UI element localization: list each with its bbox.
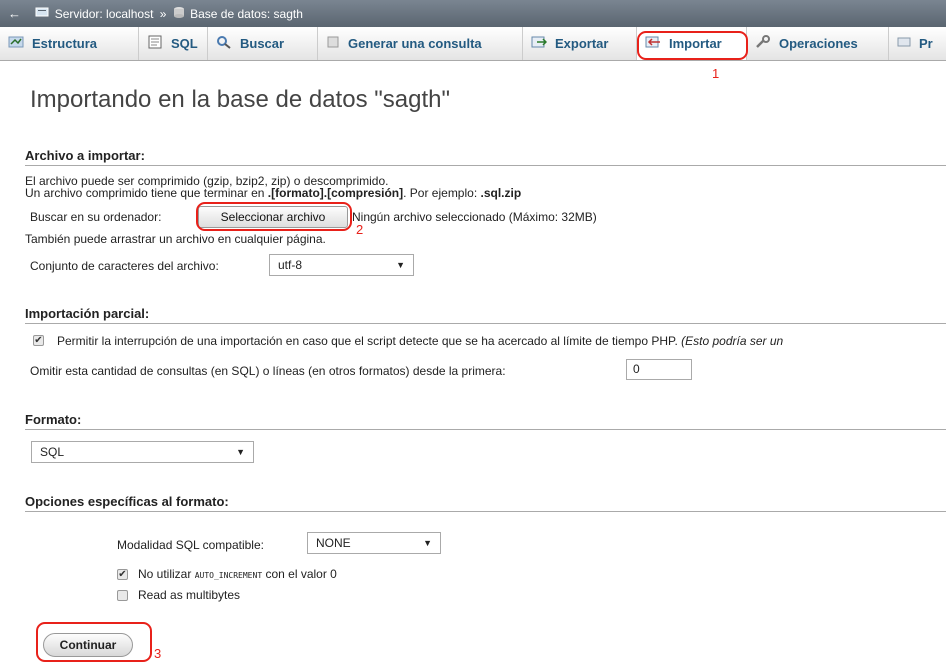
- search-icon: [216, 28, 232, 60]
- browse-label: Buscar en su ordenador:: [30, 210, 162, 224]
- format-value: SQL: [40, 445, 65, 459]
- privileges-icon: [897, 28, 911, 60]
- no-autoinc-suffix: con el valor 0: [265, 567, 337, 581]
- compression-format: .[formato].[compresión]: [267, 186, 404, 200]
- no-file-selected: Ningún archivo seleccionado (Máximo: 32M…: [352, 210, 597, 224]
- tab-label: Buscar: [240, 36, 285, 51]
- callout-continue-button: [36, 622, 152, 662]
- skip-label: Omitir esta cantidad de consultas (en SQ…: [30, 364, 506, 378]
- tab-label: SQL: [171, 36, 198, 51]
- charset-select[interactable]: utf-8 ▼: [269, 254, 414, 276]
- database-icon: [173, 1, 185, 28]
- auto-increment-code: AUTO_INCREMENT: [194, 571, 263, 580]
- interrupt-label: Permitir la interrupción de una importac…: [57, 334, 783, 348]
- interrupt-checkbox[interactable]: ✔: [33, 335, 44, 346]
- compat-value: NONE: [316, 536, 351, 550]
- multibyte-label: Read as multibytes: [138, 588, 241, 602]
- tab-export[interactable]: Exportar: [523, 27, 637, 60]
- server-icon: [35, 1, 49, 28]
- callout-import-tab: [637, 31, 748, 60]
- charset-label: Conjunto de caracteres del archivo:: [30, 259, 219, 273]
- compression-info-line2: Un archivo comprimido tiene que terminar…: [25, 186, 521, 200]
- tab-bar: Estructura SQL Buscar Generar una consul…: [0, 27, 946, 61]
- charset-value: utf-8: [278, 258, 303, 272]
- format-select[interactable]: SQL ▼: [31, 441, 254, 463]
- compression-info-prefix: Un archivo comprimido tiene que terminar…: [25, 186, 268, 200]
- chevron-down-icon: ▼: [236, 447, 245, 457]
- tab-label: Generar una consulta: [348, 36, 482, 51]
- tab-label: Estructura: [32, 36, 98, 51]
- wrench-icon: [755, 28, 771, 60]
- breadcrumb-server[interactable]: Servidor: localhost: [55, 7, 154, 21]
- callout-file-button: [196, 202, 352, 231]
- tab-structure[interactable]: Estructura: [0, 27, 139, 60]
- callout-number-2: 2: [356, 222, 364, 237]
- back-arrow-icon[interactable]: ←: [8, 0, 32, 27]
- callout-number-1: 1: [712, 66, 720, 81]
- interrupt-note: (Esto podría ser un: [681, 334, 784, 348]
- compression-info-mid: . Por ejemplo:: [403, 186, 481, 200]
- no-autoincrement-checkbox[interactable]: ✔: [117, 569, 128, 580]
- sql-icon: [147, 28, 163, 60]
- tab-privileges[interactable]: Pr: [889, 27, 946, 60]
- tab-label: Pr: [919, 36, 933, 51]
- interrupt-text: Permitir la interrupción de una importac…: [57, 334, 678, 348]
- section-title-options: Opciones específicas al formato:: [25, 494, 946, 512]
- no-autoincrement-label: No utilizar AUTO_INCREMENT con el valor …: [138, 567, 337, 581]
- export-icon: [531, 28, 548, 60]
- tab-label: Exportar: [555, 36, 609, 51]
- skip-queries-input[interactable]: 0: [626, 359, 692, 380]
- breadcrumb-separator: »: [159, 7, 167, 21]
- structure-icon: [8, 28, 24, 60]
- drag-hint: También puede arrastrar un archivo en cu…: [25, 232, 326, 246]
- tab-operations[interactable]: Operaciones: [747, 27, 889, 60]
- section-title-file: Archivo a importar:: [25, 148, 946, 166]
- compat-select[interactable]: NONE ▼: [307, 532, 441, 554]
- section-title-partial: Importación parcial:: [25, 306, 946, 324]
- compat-label: Modalidad SQL compatible:: [117, 538, 264, 552]
- chevron-down-icon: ▼: [396, 260, 405, 270]
- tab-search[interactable]: Buscar: [208, 27, 318, 60]
- chevron-down-icon: ▼: [423, 538, 432, 548]
- no-autoinc-prefix: No utilizar: [138, 567, 192, 581]
- tab-query[interactable]: Generar una consulta: [318, 27, 523, 60]
- tab-label: Operaciones: [779, 36, 858, 51]
- query-icon: [326, 28, 340, 60]
- breadcrumb: ← Servidor: localhost » Base de datos: s…: [0, 0, 946, 27]
- compression-example: .sql.zip: [480, 186, 522, 200]
- multibyte-checkbox[interactable]: [117, 590, 128, 601]
- section-title-format: Formato:: [25, 412, 946, 430]
- page-title: Importando en la base de datos "sagth": [30, 86, 450, 113]
- breadcrumb-database[interactable]: Base de datos: sagth: [190, 7, 303, 21]
- tab-sql[interactable]: SQL: [139, 27, 208, 60]
